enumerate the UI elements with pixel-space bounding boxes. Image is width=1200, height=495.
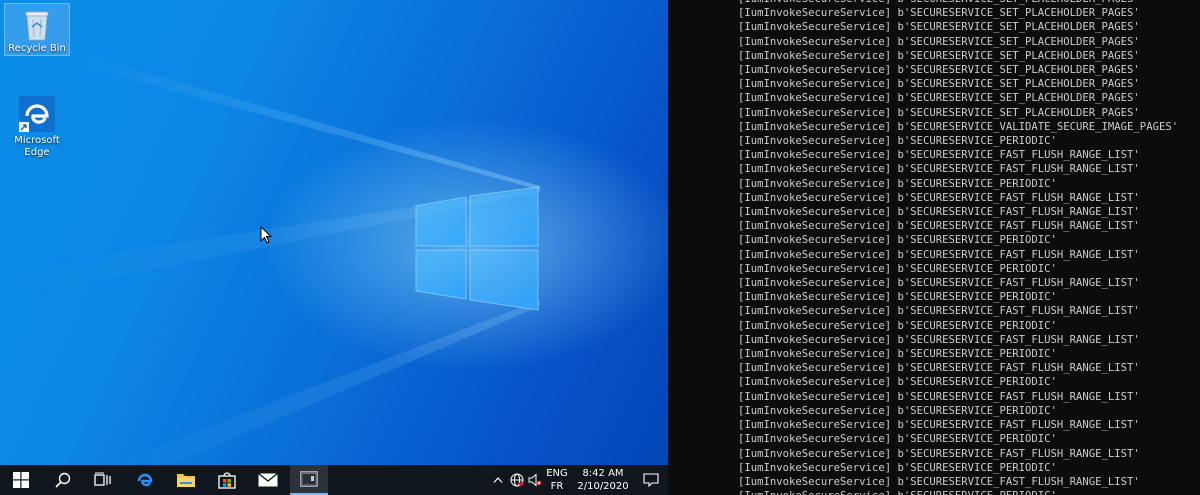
start-button[interactable] [2, 465, 40, 495]
edge-icon [137, 473, 153, 487]
console-line: [IumInvokeSecureService] b'SECURESERVICE… [738, 433, 1057, 446]
console-line: [IumInvokeSecureService] b'SECURESERVICE… [738, 277, 1140, 290]
clock-date: 2/10/2020 [577, 481, 629, 492]
console-line: [IumInvokeSecureService] b'SECURESERVICE… [738, 376, 1057, 389]
wallpaper-light-beams [0, 48, 540, 465]
taskbar: ENG FR 8:42 AM 2/10/2020 [0, 465, 668, 495]
console-line: [IumInvokeSecureService] b'SECURESERVICE… [738, 163, 1140, 176]
console-line: [IumInvokeSecureService] b'SECURESERVICE… [738, 404, 1057, 417]
console-line: [IumInvokeSecureService] b'SECURESERVICE… [738, 319, 1057, 332]
taskbar-mail-button[interactable] [249, 465, 287, 495]
store-icon [218, 472, 236, 489]
clock-button[interactable]: 8:42 AM 2/10/2020 [574, 465, 632, 495]
console-line: [IumInvokeSecureService] b'SECURESERVICE… [738, 21, 1140, 34]
console-line: [IumInvokeSecureService] b'SECURESERVICE… [738, 106, 1140, 119]
network-globe-icon [510, 473, 524, 487]
console-line: [IumInvokeSecureService] b'SECURESERVICE… [738, 7, 1140, 20]
desktop[interactable]: Recycle Bin Microsoft Edge ENG FR 8:42 A… [0, 0, 668, 495]
windows-start-icon [13, 472, 29, 488]
console-line: [IumInvokeSecureService] b'SECURESERVICE… [738, 135, 1057, 148]
taskbar-console-button[interactable] [290, 465, 328, 495]
keyboard-layout-label: FR [550, 481, 564, 492]
network-status-button[interactable] [508, 465, 526, 495]
desktop-icon-label: Recycle Bin [8, 43, 66, 54]
mail-icon [258, 473, 278, 487]
input-language-button[interactable]: ENG FR [542, 465, 572, 495]
search-icon [55, 472, 71, 488]
console-line: [IumInvokeSecureService] b'SECURESERVICE… [738, 220, 1140, 233]
console-line: [IumInvokeSecureService] b'SECURESERVICE… [738, 92, 1140, 105]
console-line: [IumInvokeSecureService] b'SECURESERVICE… [738, 177, 1057, 190]
console-line: [IumInvokeSecureService] b'SECURESERVICE… [738, 248, 1140, 261]
console-line: [IumInvokeSecureService] b'SECURESERVICE… [738, 419, 1140, 432]
show-hidden-icons-button[interactable] [490, 465, 506, 495]
windows-logo-wallpaper [415, 186, 539, 311]
volume-muted-icon [528, 473, 542, 487]
console-line: [IumInvokeSecureService] b'SECURESERVICE… [738, 78, 1140, 91]
console-line: [IumInvokeSecureService] b'SECURESERVICE… [738, 475, 1140, 488]
taskbar-edge-button[interactable] [126, 465, 164, 495]
taskbar-file-explorer-button[interactable] [167, 465, 205, 495]
desktop-icon-microsoft-edge[interactable]: Microsoft Edge [5, 92, 69, 159]
console-app-icon [300, 471, 318, 487]
console-line: [IumInvokeSecureService] b'SECURESERVICE… [738, 362, 1140, 375]
chevron-up-icon [493, 477, 503, 483]
console-line: [IumInvokeSecureService] b'SECURESERVICE… [738, 64, 1140, 77]
console-line: [IumInvokeSecureService] b'SECURESERVICE… [738, 120, 1179, 133]
console-line: [IumInvokeSecureService] b'SECURESERVICE… [738, 447, 1140, 460]
mouse-pointer-icon [260, 226, 272, 244]
system-tray: ENG FR 8:42 AM 2/10/2020 [488, 465, 668, 495]
console-line: [IumInvokeSecureService] b'SECURESERVICE… [738, 149, 1140, 162]
console-window[interactable]: [IumInvokeSecureService] b'SECURESERVICE… [668, 0, 1200, 495]
console-line: [IumInvokeSecureService] b'SECURESERVICE… [738, 461, 1057, 474]
console-line: [IumInvokeSecureService] b'SECURESERVICE… [738, 206, 1140, 219]
console-line: [IumInvokeSecureService] b'SECURESERVICE… [738, 191, 1140, 204]
desktop-icon-recycle-bin[interactable]: Recycle Bin [4, 3, 70, 56]
console-line: [IumInvokeSecureService] b'SECURESERVICE… [738, 49, 1140, 62]
console-line: [IumInvokeSecureService] b'SECURESERVICE… [738, 333, 1140, 346]
desktop-icon-label: Microsoft Edge [14, 135, 60, 158]
task-view-button[interactable] [84, 465, 122, 495]
file-explorer-icon [177, 474, 195, 487]
taskbar-store-button[interactable] [208, 465, 246, 495]
language-label: ENG [546, 468, 568, 479]
console-line: [IumInvokeSecureService] b'SECURESERVICE… [738, 234, 1057, 247]
console-line: [IumInvokeSecureService] b'SECURESERVICE… [738, 390, 1140, 403]
edge-icon [19, 96, 55, 132]
recycle-bin-icon [25, 11, 49, 41]
console-line: [IumInvokeSecureService] b'SECURESERVICE… [738, 489, 1178, 495]
notification-icon [643, 473, 659, 487]
console-line: [IumInvokeSecureService] b'SECURESERVICE… [738, 348, 1057, 361]
clock-time: 8:42 AM [582, 468, 624, 479]
action-center-button[interactable] [636, 465, 666, 495]
task-view-icon [94, 472, 111, 486]
console-line: [IumInvokeSecureService] b'SECURESERVICE… [738, 305, 1140, 318]
search-button[interactable] [44, 465, 82, 495]
console-line: [IumInvokeSecureService] b'SECURESERVICE… [738, 35, 1140, 48]
console-output: [IumInvokeSecureService] b'SECURESERVICE… [738, 0, 1178, 495]
console-line: [IumInvokeSecureService] b'SECURESERVICE… [738, 291, 1057, 304]
console-line: [IumInvokeSecureService] b'SECURESERVICE… [738, 262, 1057, 275]
